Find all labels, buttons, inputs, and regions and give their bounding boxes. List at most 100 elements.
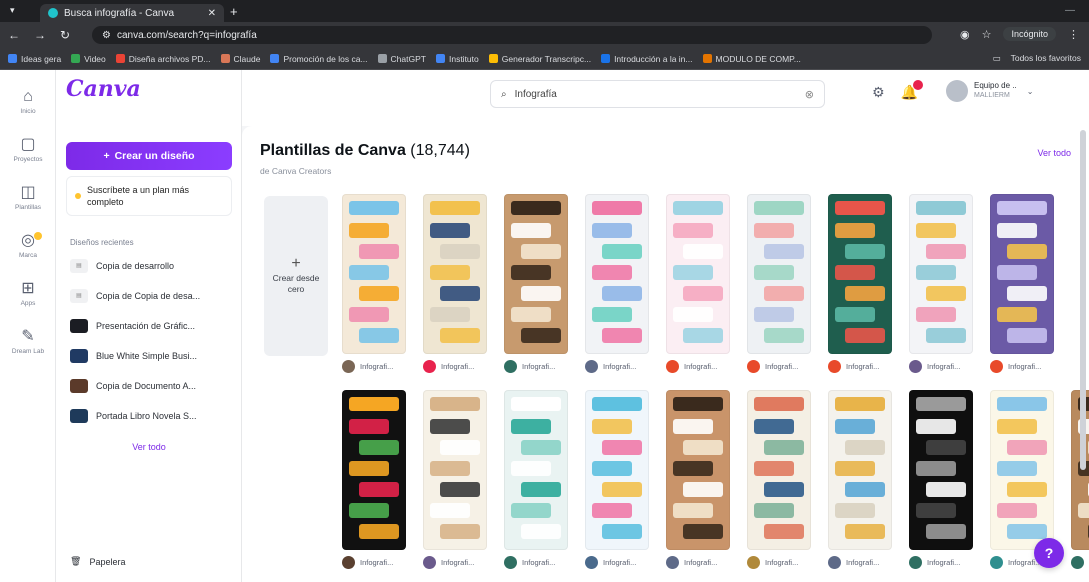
template-tile[interactable]: Infografi... <box>423 390 491 569</box>
create-from-scratch-card[interactable]: + Crear desde cero <box>264 196 328 356</box>
bookmark-item[interactable]: Promoción de los ca... <box>270 54 368 64</box>
incognito-profile-button[interactable]: Incógnito <box>1003 27 1056 41</box>
template-thumbnail[interactable] <box>423 194 487 354</box>
bookmark-star-icon[interactable]: ☆ <box>982 28 992 41</box>
template-thumbnail[interactable] <box>504 194 568 354</box>
window-minimize-icon[interactable]: — <box>1065 5 1075 16</box>
rail-item-dream-lab[interactable]: ✎ Dream Lab <box>0 328 56 355</box>
forward-icon[interactable]: → <box>34 28 46 42</box>
author-name: Infografi... <box>603 558 637 567</box>
template-author: Infografi... <box>909 360 977 373</box>
template-tile[interactable]: Infografi... <box>666 194 734 373</box>
rail-item-apps[interactable]: ⊞ Apps <box>0 280 56 307</box>
template-tile[interactable]: Infografi... <box>747 194 815 373</box>
template-thumbnail[interactable] <box>990 390 1054 550</box>
template-content-block <box>754 461 794 476</box>
template-tile[interactable]: Infografi... <box>828 390 896 569</box>
plus-icon: + <box>291 254 301 272</box>
template-thumbnail[interactable] <box>504 390 568 550</box>
template-tile[interactable]: Infografi... <box>909 194 977 373</box>
back-icon[interactable]: ← <box>8 28 20 42</box>
template-thumbnail[interactable] <box>747 390 811 550</box>
close-tab-icon[interactable]: ✕ <box>208 8 216 19</box>
bookmark-item[interactable]: Generador Transcripc... <box>488 54 591 64</box>
template-thumbnail[interactable] <box>342 390 406 550</box>
template-tile[interactable]: Infografi... <box>342 390 410 569</box>
search-input[interactable]: ⌕ Infografía ⊗ <box>490 80 825 108</box>
bookmark-item[interactable]: ChatGPT <box>377 54 426 64</box>
canva-logo[interactable]: Canva <box>66 76 141 102</box>
template-thumbnail[interactable] <box>666 390 730 550</box>
recent-design-item[interactable]: Copia de Documento A... <box>66 374 238 397</box>
clear-search-icon[interactable]: ⊗ <box>805 88 814 101</box>
template-content-block <box>430 461 470 476</box>
template-tile[interactable]: Infografi... <box>504 194 572 373</box>
author-name: Infografi... <box>441 362 475 371</box>
template-thumbnail[interactable] <box>423 390 487 550</box>
bookmark-item[interactable]: Claude <box>220 54 260 64</box>
address-bar[interactable]: ⚙ canva.com/search?q=infografía <box>92 26 932 44</box>
bookmark-item[interactable]: Instituto <box>435 54 479 64</box>
recent-designs-title: Diseños recientes <box>70 238 134 247</box>
template-tile[interactable]: Infografi... <box>909 390 977 569</box>
bookmark-item[interactable]: Introducción a la in... <box>601 54 693 64</box>
template-thumbnail[interactable] <box>909 194 973 354</box>
bookmark-item[interactable]: Video <box>71 54 106 64</box>
template-tile[interactable]: Infografi... <box>747 390 815 569</box>
trash-button[interactable]: 🗑 Papelera <box>70 556 125 567</box>
template-thumbnail[interactable] <box>585 194 649 354</box>
recent-design-item[interactable]: Blue White Simple Busi... <box>66 344 238 367</box>
settings-gear-icon[interactable]: ⚙ <box>872 84 885 101</box>
recent-design-item[interactable]: ▤ Copia de desarrollo <box>66 254 238 277</box>
help-button[interactable]: ? <box>1034 538 1064 568</box>
all-bookmarks-button[interactable]: ▭ Todos los favoritos <box>993 53 1081 64</box>
template-thumbnail[interactable] <box>342 194 406 354</box>
browser-tab[interactable]: Busca infografía - Canva ✕ <box>40 4 224 22</box>
tab-search-icon[interactable]: ▾ <box>10 5 15 16</box>
design-thumbnail: ▤ <box>70 288 88 303</box>
recent-design-item[interactable]: Presentación de Gráfic... <box>66 314 238 337</box>
author-avatar <box>666 556 679 569</box>
bookmark-item[interactable]: Diseña archivos PD... <box>115 54 211 64</box>
template-tile[interactable]: Infografi... <box>585 390 653 569</box>
reload-icon[interactable]: ↻ <box>60 28 70 42</box>
section-subtitle: de Canva Creators <box>260 166 332 176</box>
template-thumbnail[interactable] <box>585 390 649 550</box>
rail-item-marca[interactable]: ◎ Marca <box>0 232 56 259</box>
site-info-icon[interactable]: ⚙ <box>102 30 111 41</box>
template-thumbnail[interactable] <box>747 194 811 354</box>
template-thumbnail[interactable] <box>828 390 892 550</box>
see-all-templates-link[interactable]: Ver todo <box>1037 148 1071 158</box>
recent-design-item[interactable]: ▤ Copia de Copia de desa... <box>66 284 238 307</box>
template-thumbnail[interactable] <box>828 194 892 354</box>
page-scrollbar[interactable] <box>1080 130 1086 470</box>
create-design-button[interactable]: + Crear un diseño <box>66 142 232 170</box>
bookmark-label: Ideas gera <box>21 53 62 64</box>
rail-item-inicio[interactable]: ⌂ Inicio <box>0 88 56 115</box>
template-tile[interactable]: Infografi... <box>990 194 1058 373</box>
template-tile[interactable]: Infografi... <box>666 390 734 569</box>
rail-item-plantillas[interactable]: ◫ Plantillas <box>0 184 56 211</box>
author-avatar <box>423 360 436 373</box>
team-switcher[interactable]: Equipo de .. MALLIERM ⌄ <box>946 80 1033 102</box>
template-content-block <box>440 328 480 343</box>
eye-off-icon[interactable]: ◉ <box>960 28 970 41</box>
template-thumbnail[interactable] <box>666 194 730 354</box>
rail-item-proyectos[interactable]: ▢ Proyectos <box>0 136 56 163</box>
recent-design-item[interactable]: Portada Libro Novela S... <box>66 404 238 427</box>
template-tile[interactable]: Infografi... <box>423 194 491 373</box>
template-thumbnail[interactable] <box>909 390 973 550</box>
template-content-block <box>511 223 551 238</box>
upgrade-plan-card[interactable]: Suscríbete a un plan más completo <box>66 176 232 216</box>
template-tile[interactable]: Infografi... <box>828 194 896 373</box>
notifications-button[interactable]: 🔔 <box>901 80 923 101</box>
template-tile[interactable]: Infografi... <box>585 194 653 373</box>
template-tile[interactable]: Infografi... <box>342 194 410 373</box>
bookmark-item[interactable]: Ideas gera <box>8 54 61 64</box>
new-tab-icon[interactable]: + <box>230 4 238 19</box>
template-thumbnail[interactable] <box>990 194 1054 354</box>
browser-menu-icon[interactable]: ⋮ <box>1068 28 1079 41</box>
bookmark-item[interactable]: MODULO DE COMP... <box>702 54 801 64</box>
see-all-recent-link[interactable]: Ver todo <box>56 442 242 452</box>
template-tile[interactable]: Infografi... <box>504 390 572 569</box>
